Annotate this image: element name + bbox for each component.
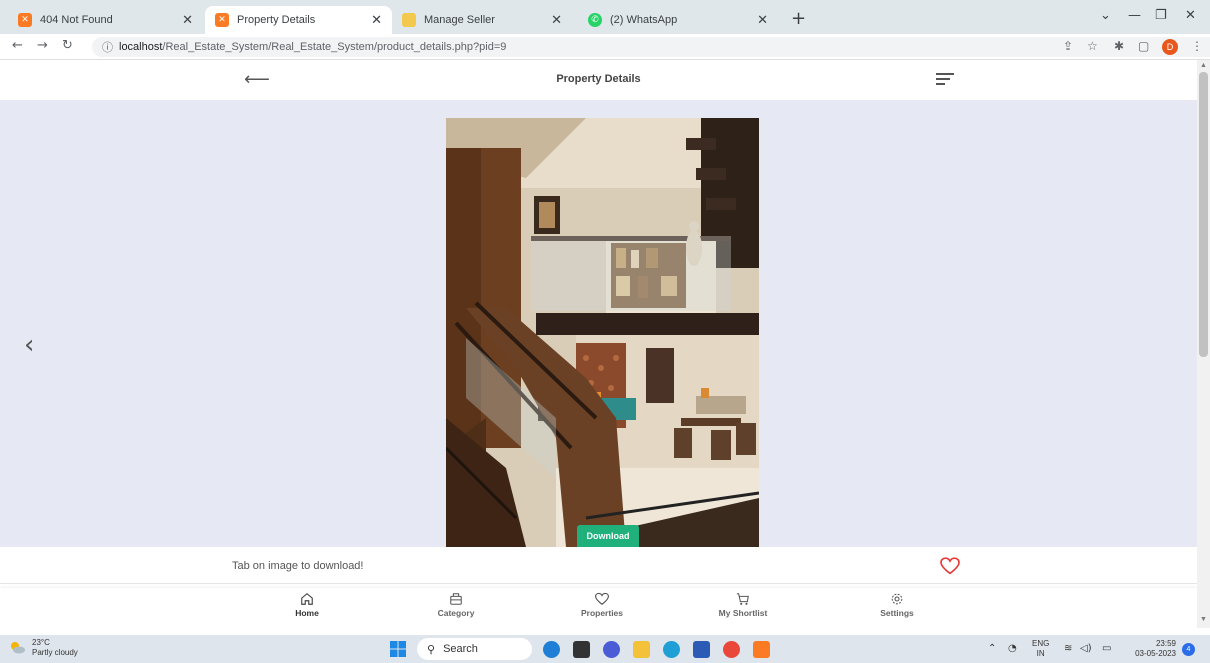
whatsapp-icon: ✆ bbox=[588, 13, 602, 27]
network-status-icon[interactable]: ◔ bbox=[1008, 643, 1017, 654]
tab-whatsapp[interactable]: ✆ (2) WhatsApp ✕ bbox=[578, 6, 778, 34]
tab-label: 404 Not Found bbox=[40, 14, 113, 26]
nav-home[interactable]: Home bbox=[267, 592, 347, 618]
page-scrollbar[interactable]: ▲ ▼ bbox=[1197, 60, 1210, 628]
language-code: ENG bbox=[1032, 639, 1050, 648]
nav-label: Category bbox=[437, 608, 475, 618]
favorite-heart-icon[interactable] bbox=[940, 557, 960, 575]
file-explorer-icon[interactable] bbox=[633, 641, 650, 658]
more-menu-icon[interactable]: ⋮ bbox=[1191, 39, 1203, 53]
nav-settings[interactable]: Settings bbox=[857, 592, 937, 618]
wifi-icon[interactable]: ≋ bbox=[1064, 643, 1072, 654]
browser-toolbar: ← → ↻ ⓘ localhost/Real_Estate_System/Rea… bbox=[0, 34, 1210, 60]
language-indicator[interactable]: ENG IN bbox=[1032, 639, 1049, 659]
region-code: IN bbox=[1036, 649, 1045, 658]
home-icon bbox=[301, 593, 313, 605]
xampp-icon: ✕ bbox=[18, 13, 32, 27]
folder-icon bbox=[402, 13, 416, 27]
reload-icon[interactable]: ↻ bbox=[62, 38, 73, 53]
share-icon[interactable]: ⇪ bbox=[1063, 39, 1073, 53]
tab-property-details[interactable]: ✕ Property Details ✕ bbox=[205, 6, 392, 34]
new-tab-button[interactable]: + bbox=[791, 8, 806, 29]
tab-label: (2) WhatsApp bbox=[610, 14, 678, 26]
profile-avatar[interactable]: D bbox=[1162, 39, 1178, 55]
bottom-navigation: Home Category Properties My Shortlist Se… bbox=[0, 588, 1197, 628]
web-page: ⟵ Property Details ‹ Download Tab on ima… bbox=[0, 60, 1197, 628]
weather-icon[interactable] bbox=[8, 640, 26, 654]
file-manager-icon[interactable] bbox=[573, 641, 590, 658]
heart-icon bbox=[595, 592, 609, 605]
download-hint-text: Tab on image to download! bbox=[232, 560, 364, 572]
tab-manage-seller[interactable]: Manage Seller ✕ bbox=[392, 6, 572, 34]
property-photo-illustration bbox=[446, 118, 759, 547]
app-header: ⟵ Property Details bbox=[0, 60, 1197, 100]
nav-label: Settings bbox=[880, 608, 914, 618]
address-bar[interactable]: ⓘ localhost/Real_Estate_System/Real_Esta… bbox=[92, 37, 1210, 57]
edge-icon[interactable] bbox=[663, 641, 680, 658]
clock-time: 23:59 bbox=[1155, 639, 1176, 648]
menu-icon[interactable] bbox=[936, 73, 954, 85]
url-path: /Real_Estate_System/Real_Estate_System/p… bbox=[162, 41, 507, 53]
restore-button[interactable]: ❐ bbox=[1155, 8, 1167, 23]
download-button[interactable]: Download bbox=[577, 525, 639, 547]
show-hidden-icons-icon[interactable]: ⌃ bbox=[988, 643, 996, 654]
side-panel-icon[interactable]: ▢ bbox=[1138, 39, 1149, 53]
download-hint-bar: Tab on image to download! bbox=[0, 547, 1197, 584]
scrollbar-thumb[interactable] bbox=[1199, 72, 1208, 357]
close-icon[interactable]: ✕ bbox=[182, 13, 193, 28]
xampp-icon[interactable] bbox=[753, 641, 770, 658]
clock-date: 03-05-2023 bbox=[1135, 649, 1176, 658]
close-icon[interactable]: ✕ bbox=[551, 13, 562, 28]
tab-label: Property Details bbox=[237, 14, 316, 26]
tab-404-not-found[interactable]: ✕ 404 Not Found ✕ bbox=[8, 6, 203, 34]
windows-taskbar: 23°C Partly cloudy ⚲ Search ⌃ ◔ ENG IN ≋… bbox=[0, 635, 1210, 663]
nav-properties[interactable]: Properties bbox=[562, 592, 642, 618]
battery-icon[interactable]: ▭ bbox=[1102, 643, 1111, 654]
notification-badge[interactable]: 4 bbox=[1182, 643, 1195, 656]
cart-icon bbox=[736, 593, 749, 605]
nav-category[interactable]: Category bbox=[416, 592, 496, 618]
minimize-button[interactable]: — bbox=[1128, 8, 1141, 23]
search-placeholder: Search bbox=[443, 643, 478, 655]
property-image[interactable] bbox=[446, 118, 759, 547]
scroll-up-icon[interactable]: ▲ bbox=[1200, 62, 1207, 69]
weather-temp: 23°C bbox=[32, 638, 50, 647]
image-gallery: ‹ bbox=[0, 100, 1197, 547]
back-icon[interactable]: ← bbox=[12, 38, 23, 53]
weather-desc: Partly cloudy bbox=[32, 648, 78, 657]
word-icon[interactable] bbox=[693, 641, 710, 658]
gear-icon bbox=[891, 593, 903, 605]
forward-icon[interactable]: → bbox=[37, 38, 48, 53]
volume-icon[interactable]: ◁) bbox=[1080, 643, 1092, 654]
url-host: localhost bbox=[119, 41, 163, 53]
taskbar-search[interactable]: ⚲ Search bbox=[417, 638, 532, 660]
xampp-icon: ✕ bbox=[215, 13, 229, 27]
category-icon bbox=[450, 593, 462, 605]
close-icon[interactable]: ✕ bbox=[757, 13, 768, 28]
nav-label: Properties bbox=[580, 608, 624, 618]
bookmark-star-icon[interactable]: ☆ bbox=[1087, 39, 1098, 53]
chevron-left-icon[interactable]: ‹ bbox=[24, 330, 34, 360]
teams-chat-icon[interactable] bbox=[603, 641, 620, 658]
search-icon: ⚲ bbox=[427, 642, 436, 656]
tab-search-icon[interactable]: ⌄ bbox=[1100, 8, 1111, 23]
nav-label: My Shortlist bbox=[718, 608, 768, 618]
nav-label: Home bbox=[295, 608, 319, 618]
browser-tab-strip: ✕ 404 Not Found ✕ ✕ Property Details ✕ M… bbox=[0, 0, 1210, 34]
bing-icon[interactable] bbox=[543, 641, 560, 658]
windows-start-icon[interactable] bbox=[390, 641, 406, 657]
scroll-down-icon[interactable]: ▼ bbox=[1200, 616, 1207, 623]
chrome-icon[interactable] bbox=[723, 641, 740, 658]
weather-widget[interactable]: 23°C Partly cloudy bbox=[32, 638, 78, 658]
system-clock[interactable]: 23:59 03-05-2023 bbox=[1126, 639, 1176, 659]
nav-my-shortlist[interactable]: My Shortlist bbox=[703, 592, 783, 618]
close-window-button[interactable]: ✕ bbox=[1185, 8, 1196, 23]
info-icon[interactable]: ⓘ bbox=[102, 39, 113, 55]
tab-label: Manage Seller bbox=[424, 14, 495, 26]
close-icon[interactable]: ✕ bbox=[371, 13, 382, 28]
page-title: Property Details bbox=[556, 73, 641, 85]
extensions-icon[interactable]: ✱ bbox=[1114, 39, 1124, 53]
